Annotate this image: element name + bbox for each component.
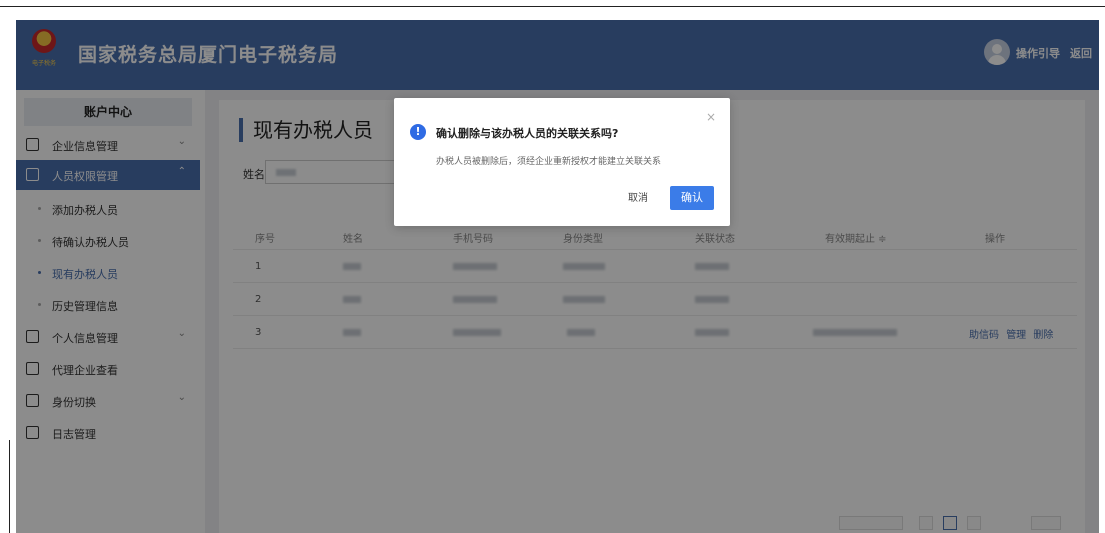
confirm-delete-dialog: ! 确认删除与该办税人员的关联关系吗? 办税人员被删除后，须经企业重新授权才能建… — [394, 98, 730, 226]
confirm-button[interactable]: 确认 — [670, 186, 714, 210]
cancel-button[interactable]: 取消 — [616, 188, 660, 210]
close-icon[interactable]: × — [706, 110, 716, 124]
modal-overlay[interactable] — [16, 20, 1099, 533]
left-border — [9, 440, 10, 533]
dialog-message: 办税人员被删除后，须经企业重新授权才能建立关联关系 — [436, 157, 662, 167]
warning-icon: ! — [410, 124, 426, 140]
screen: 电子税务 国家税务总局厦门电子税务局 操作引导 返回 账户中心 企业信息管理 ⌄… — [0, 0, 1105, 533]
top-border — [0, 6, 1105, 7]
dialog-title: 确认删除与该办税人员的关联关系吗? — [436, 127, 619, 140]
